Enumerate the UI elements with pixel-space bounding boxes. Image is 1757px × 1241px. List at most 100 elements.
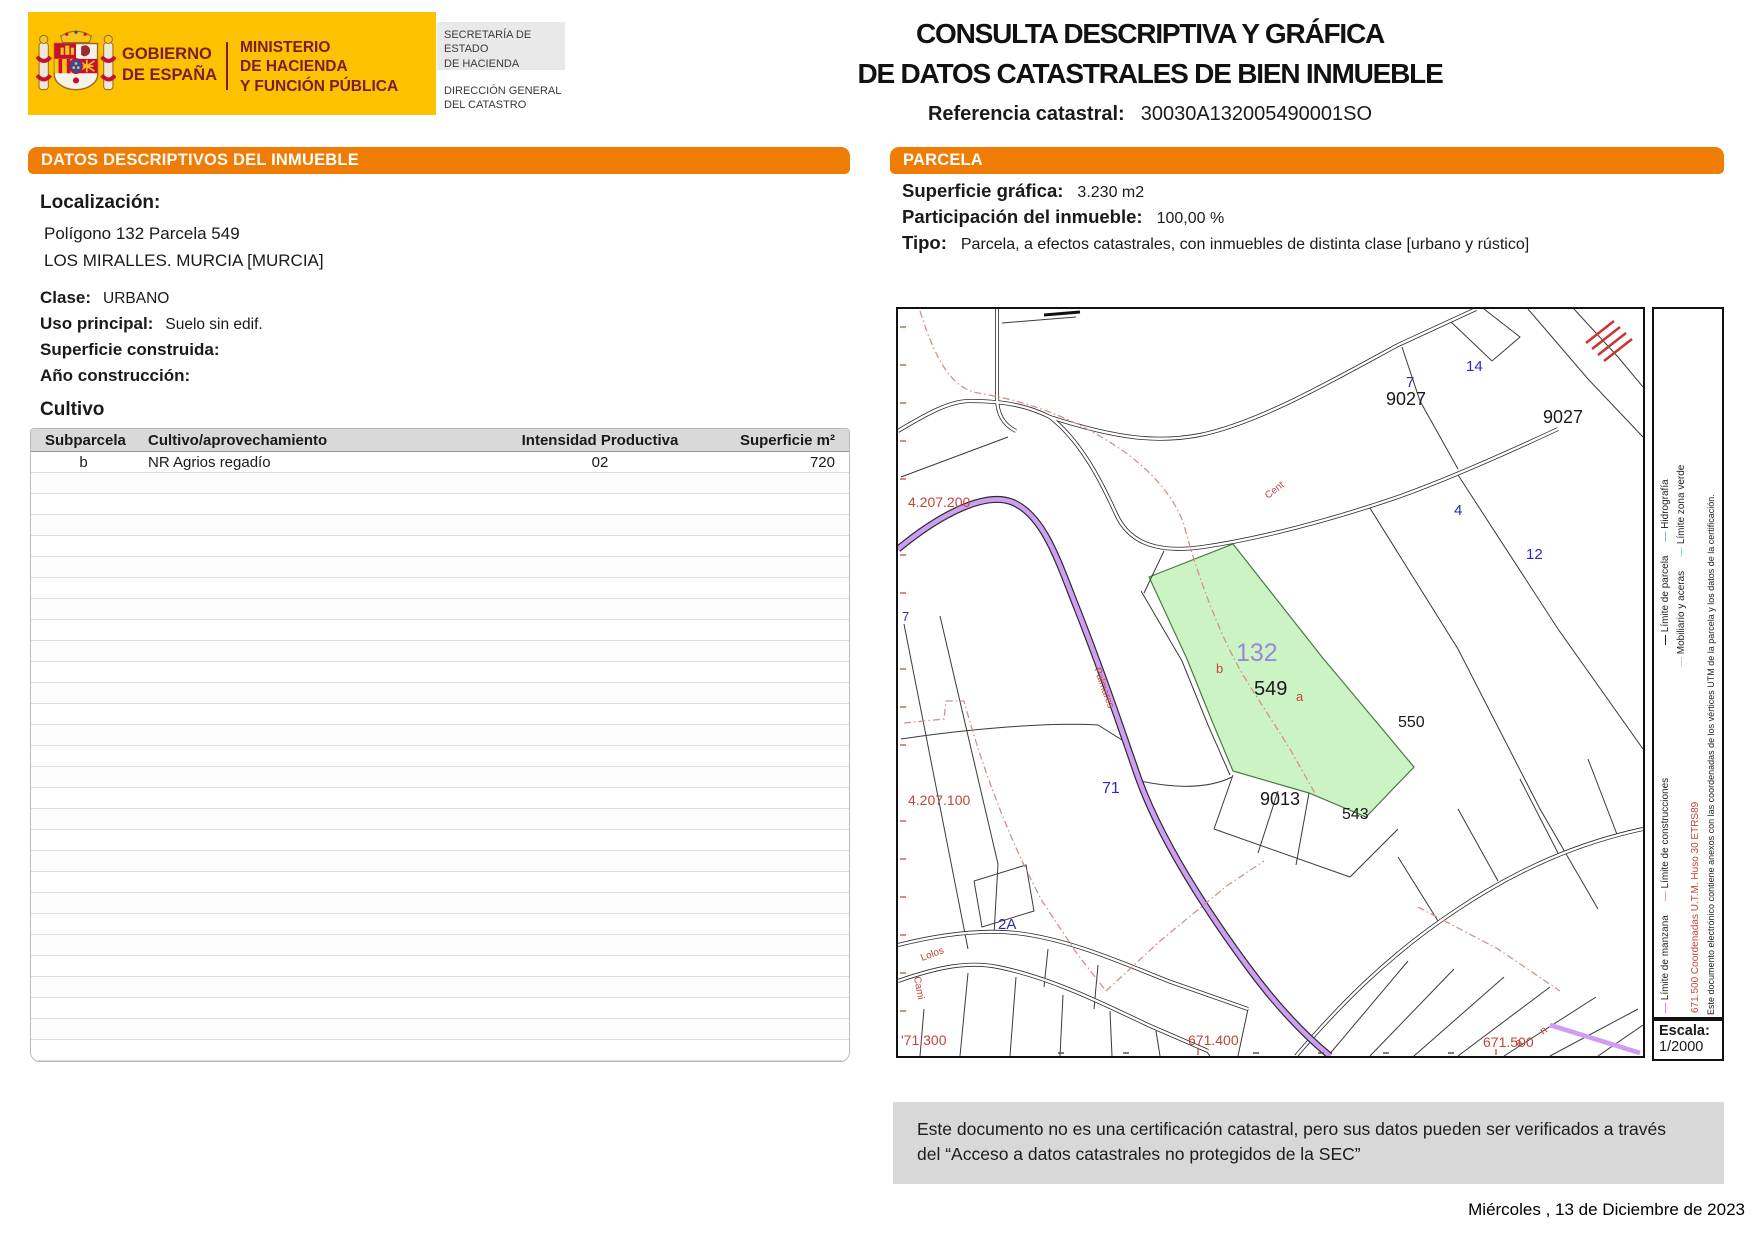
legend-item-label: Mobiliario y aceras: [1676, 570, 1687, 655]
gov-logo-block: GOBIERNO DE ESPAÑA MINISTERIO DE HACIEND…: [28, 12, 436, 115]
legend-swatch-icon: —: [1660, 1000, 1671, 1013]
disclaimer-text: Este documento no es una certificación c…: [917, 1119, 1667, 1165]
table-row-empty: [31, 851, 849, 872]
location-label: Localización:: [40, 192, 161, 213]
map-label: 7: [902, 609, 909, 624]
table-row-empty: [31, 788, 849, 809]
property-field-row: Superficie construida:: [40, 340, 220, 359]
property-field-row: Uso principal: Suelo sin edif.: [40, 314, 263, 333]
table-row-empty: [31, 515, 849, 536]
map-label: 71: [1102, 780, 1120, 797]
property-field-row: Año construcción:: [40, 366, 191, 385]
table-row-empty: [31, 494, 849, 515]
directorate-label: DIRECCIÓN GENERAL DEL CATASTRO: [444, 85, 562, 112]
table-row-empty: [31, 578, 849, 599]
map-label: Lolos: [919, 945, 945, 964]
data-cell: 720: [809, 453, 835, 471]
location-line-1: Polígono 132 Parcela 549: [44, 224, 240, 243]
table-row-empty: [31, 536, 849, 557]
parcel-field-row: Tipo: Parcela, a efectos catastrales, con…: [902, 232, 1530, 253]
map-label: a: [1296, 689, 1304, 704]
legend-item-label: Límite de parcela: [1660, 555, 1671, 633]
table-row-empty: [31, 767, 849, 788]
legend-utm-note: 671.500 Coordenadas U.T.M. Huso 30 ETRS8…: [1690, 801, 1701, 1013]
map-label: n: [1538, 1024, 1550, 1037]
cadastral-reference-value: 30030A132005490001SO: [1140, 103, 1373, 125]
parcel-field-row: Superficie gráfica: 3.230 m2: [902, 180, 1145, 201]
table-row-empty: [31, 872, 849, 893]
spain-coat-of-arms-icon: [35, 26, 117, 105]
table-row-empty: [31, 1019, 849, 1040]
legend-swatch-icon: —: [1676, 654, 1687, 667]
parcel-field-row: Participación del inmueble: 100,00 %: [902, 206, 1225, 227]
scale-box: Escala: 1/2000: [1652, 1019, 1724, 1061]
table-row-empty: [31, 641, 849, 662]
table-row-empty: [31, 977, 849, 998]
map-label: 543: [1342, 806, 1369, 823]
cultivo-title: Cultivo: [40, 399, 105, 420]
legend-certification-note: Este documento electrónico contiene anex…: [1706, 494, 1716, 1015]
cadastral-reference-label: Referencia catastral:: [927, 103, 1125, 125]
table-row-empty: [31, 725, 849, 746]
map-label: b: [1216, 661, 1223, 676]
map-label: 9013: [1260, 789, 1300, 809]
legend-swatch-icon: —: [1676, 544, 1687, 557]
map-label: 9027: [1386, 389, 1426, 409]
north-hatch-symbol: [1585, 320, 1633, 362]
map-label: 550: [1398, 714, 1425, 731]
map-label: 14: [1466, 358, 1483, 375]
map-label: 4: [1454, 502, 1462, 519]
table-row-empty: [31, 956, 849, 977]
section-header-parcela: PARCELA: [890, 147, 1724, 174]
road-top-dash: [1043, 310, 1081, 317]
map-label: Cami: [911, 976, 926, 1001]
table-row-empty: [31, 704, 849, 725]
map-label: 132: [1236, 639, 1278, 667]
legend-swatch-icon: —: [1660, 888, 1671, 902]
header-cell: Cultivo/aprovechamiento: [148, 431, 328, 449]
table-row-empty: [31, 998, 849, 1019]
legend-swatch-icon: —: [1660, 528, 1671, 542]
table-row-empty: [31, 914, 849, 935]
legend-item-label: Hidrografía: [1660, 479, 1671, 529]
table-row-empty: [31, 473, 849, 494]
legend-item-label: Límite de construcciones: [1660, 777, 1671, 889]
cadastral-reference: Referencia catastral: 30030A132005490001S…: [840, 103, 1460, 126]
cultivo-table: Subparcela Cultivo/aprovechamiento Intensi…: [30, 428, 850, 1062]
map-label: 9027: [1543, 407, 1583, 427]
cadastral-map: 7 9027 14 9027 4 12 132 549 a b 550 9013 543 71 2A 7 4.2…: [896, 307, 1645, 1058]
ministry-wordmark: MINISTERIO DE HACIENDA Y FUNCIÓN PÚBLICA: [240, 39, 399, 95]
table-row-empty: [31, 746, 849, 767]
map-label: 671.400: [1188, 1032, 1239, 1048]
map-label: 4.207.100: [908, 792, 970, 808]
table-row-empty: [31, 893, 849, 914]
legend-group: — Límite de manzana — Límite de construc…: [1660, 657, 1674, 1013]
data-cell: b: [79, 453, 88, 471]
map-label: 2A: [998, 916, 1016, 933]
scale-value: 1/2000: [1659, 1039, 1704, 1055]
header-cell: Superficie m²: [739, 431, 835, 449]
data-cell: NR Agrios regadío: [148, 453, 271, 471]
map-label: Palmares: [1091, 666, 1116, 709]
table-row-empty: [31, 830, 849, 851]
header-cell: Intensidad Productiva: [521, 431, 679, 449]
property-field-row: Clase: URBANO: [40, 288, 170, 307]
map-legend: — Límite de parcela — Hidrografía — Mobil…: [1652, 307, 1724, 1019]
table-row-empty: [31, 935, 849, 956]
secretary-of-state-label: SECRETARÍA DE ESTADO DE HACIENDA: [437, 22, 565, 70]
property-fields: Clase: URBANO Uso principal: Suelo sin edif…: [40, 288, 820, 392]
map-label: 4.207.200: [908, 494, 970, 510]
scale-label: Escala:: [1659, 1023, 1710, 1039]
table-row: b NR Agrios regadío 02 720: [31, 452, 849, 473]
logo-divider: [226, 42, 228, 90]
table-row-empty: [31, 809, 849, 830]
data-cell: 02: [591, 453, 609, 471]
parcel-fields: Superficie gráfica: 3.230 m2 Participación…: [902, 180, 1722, 258]
cadastral-map-svg: 79027149027412132549 ab5509013543712A74.2…: [898, 309, 1643, 1056]
map-label: 671.500: [1483, 1034, 1534, 1050]
table-row-empty: [31, 662, 849, 683]
disclaimer-box: Este documento no es una certificación c…: [893, 1102, 1724, 1184]
cultivo-table-header: Subparcela Cultivo/aprovechamiento Intensi…: [31, 429, 849, 452]
map-label: 549: [1254, 678, 1287, 700]
legend-item-label: Límite de manzana: [1660, 915, 1671, 1001]
